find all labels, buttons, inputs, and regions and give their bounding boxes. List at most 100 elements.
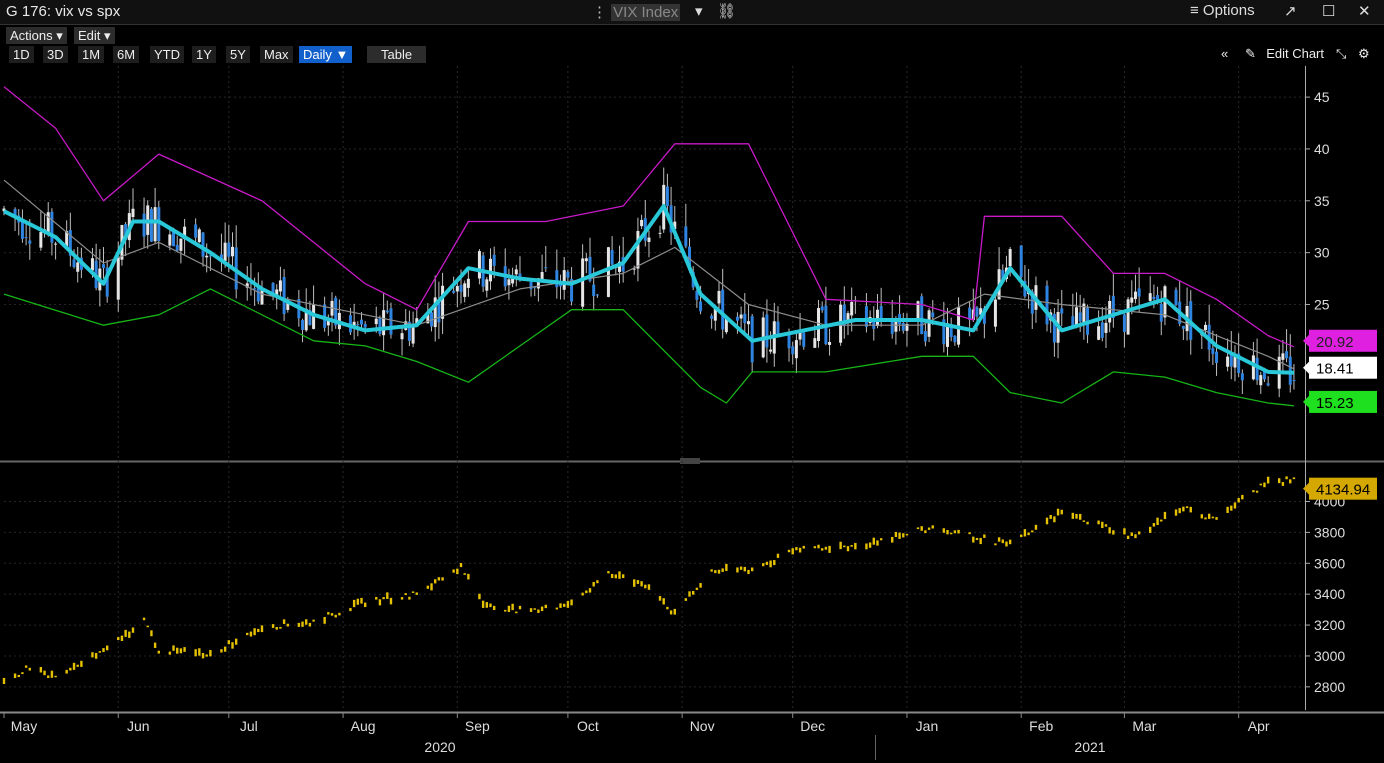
spx-marks: [2, 476, 1296, 685]
vix-candle-body: [658, 232, 662, 234]
vix-candle-body: [168, 234, 172, 246]
spx-mark: [658, 596, 662, 601]
spx-mark: [168, 651, 172, 655]
spx-mark: [459, 563, 463, 568]
badge-lower-band: 15.23: [1316, 395, 1354, 412]
vix-candle-body: [1133, 291, 1137, 300]
spx-mark: [515, 611, 518, 614]
vix-candle-body: [1266, 383, 1270, 386]
spx-mark: [308, 622, 312, 627]
vix-candle-body: [562, 270, 566, 290]
spx-mark: [441, 577, 444, 581]
spx-mark: [983, 534, 986, 538]
spx-mark: [24, 665, 28, 668]
spx-mark: [249, 631, 253, 637]
vix-candle-body: [636, 231, 640, 269]
spx-mark: [234, 638, 238, 645]
spx-mark: [972, 536, 975, 543]
vix-candle-body: [875, 309, 879, 327]
spx-mark: [1031, 530, 1034, 533]
spx-mark: [865, 543, 868, 550]
spx-mark: [699, 583, 702, 588]
spx-mark: [511, 603, 514, 611]
spx-mark: [644, 584, 647, 589]
vix-candle-body: [684, 226, 688, 247]
month-label: Jun: [127, 718, 150, 734]
spx-mark: [257, 628, 260, 633]
spx-mark: [378, 599, 382, 606]
spx-mark: [762, 563, 765, 567]
spx-mark: [150, 630, 153, 637]
spx-mark: [507, 605, 511, 612]
vix-candle-body: [90, 258, 94, 271]
vix-candle-body: [452, 290, 456, 293]
spx-mark: [765, 561, 769, 565]
spx-mark: [1001, 539, 1004, 544]
spx-mark: [1049, 514, 1052, 519]
vix-candle-body: [1259, 375, 1263, 386]
spx-mark: [1289, 479, 1292, 484]
chart-canvas[interactable]: May Jun Jul Aug Sep Oct Nov Dec Jan Feb Mar Apr 2020…: [0, 0, 1384, 763]
badge-last-price: 18.41: [1316, 361, 1354, 378]
vix-candle-body: [72, 259, 76, 268]
spx-mark: [201, 652, 205, 659]
vix-candle-body: [1152, 296, 1156, 300]
spx-mark: [1008, 539, 1012, 545]
vix-candle-body: [901, 322, 905, 331]
spx-mark: [905, 533, 909, 536]
spx-mark: [1189, 506, 1192, 513]
spx-mark: [714, 570, 717, 574]
vix-candle-body: [477, 251, 481, 279]
spx-mark: [352, 599, 356, 608]
year-label-2020: 2020: [424, 739, 455, 755]
spx-mark: [153, 642, 157, 648]
spx-mark: [382, 597, 385, 600]
spx-mark: [1207, 513, 1211, 519]
spx-mark: [688, 591, 691, 597]
spx-mark: [662, 598, 665, 605]
vix-candle-body: [802, 332, 806, 347]
month-label: Nov: [690, 718, 715, 734]
spx-mark: [684, 598, 688, 601]
spx-mark: [673, 608, 676, 615]
vix-candle-body: [1292, 380, 1296, 382]
spx-mark: [330, 613, 334, 616]
vix-candle-body: [1130, 297, 1134, 303]
spx-ytick-label: 3000: [1314, 648, 1345, 664]
month-label: Jul: [240, 718, 258, 734]
spx-mark: [1023, 529, 1027, 537]
vix-candle-body: [359, 319, 363, 325]
spx-mark: [1215, 517, 1218, 520]
spx-mark: [1005, 541, 1008, 547]
spx-mark: [1123, 528, 1126, 535]
spx-mark: [1266, 476, 1270, 484]
vix-candle-body: [28, 240, 32, 244]
spx-mark: [647, 584, 651, 590]
spx-mark: [559, 603, 562, 608]
spx-mark: [437, 577, 441, 581]
spx-mark: [456, 568, 459, 575]
spx-mark: [1071, 512, 1075, 519]
vix-candle-body: [1104, 322, 1108, 333]
vix-candle-body: [149, 208, 153, 242]
vix-candle-body: [769, 349, 773, 352]
spx-mark: [942, 528, 946, 533]
spx-mark: [695, 587, 699, 590]
vix-candle-body: [76, 262, 80, 272]
spx-mark: [975, 537, 979, 541]
vix-candle-body: [665, 186, 669, 206]
vix-candle-body: [153, 207, 157, 242]
badge-upper-band: 20.92: [1316, 334, 1354, 351]
spx-mark: [1185, 506, 1189, 509]
vix-candle-body: [566, 271, 570, 278]
spx-mark: [194, 649, 197, 657]
spx-mark: [91, 652, 94, 658]
vix-candle-body: [363, 323, 367, 328]
vix-candle-body: [1019, 245, 1023, 278]
spx-mark: [769, 560, 772, 568]
spx-mark: [1027, 532, 1030, 536]
spx-mark: [1060, 509, 1063, 515]
vix-candle-body: [1137, 288, 1141, 297]
vix-candle-body: [1078, 312, 1082, 322]
vix-candle-body: [1211, 348, 1215, 355]
